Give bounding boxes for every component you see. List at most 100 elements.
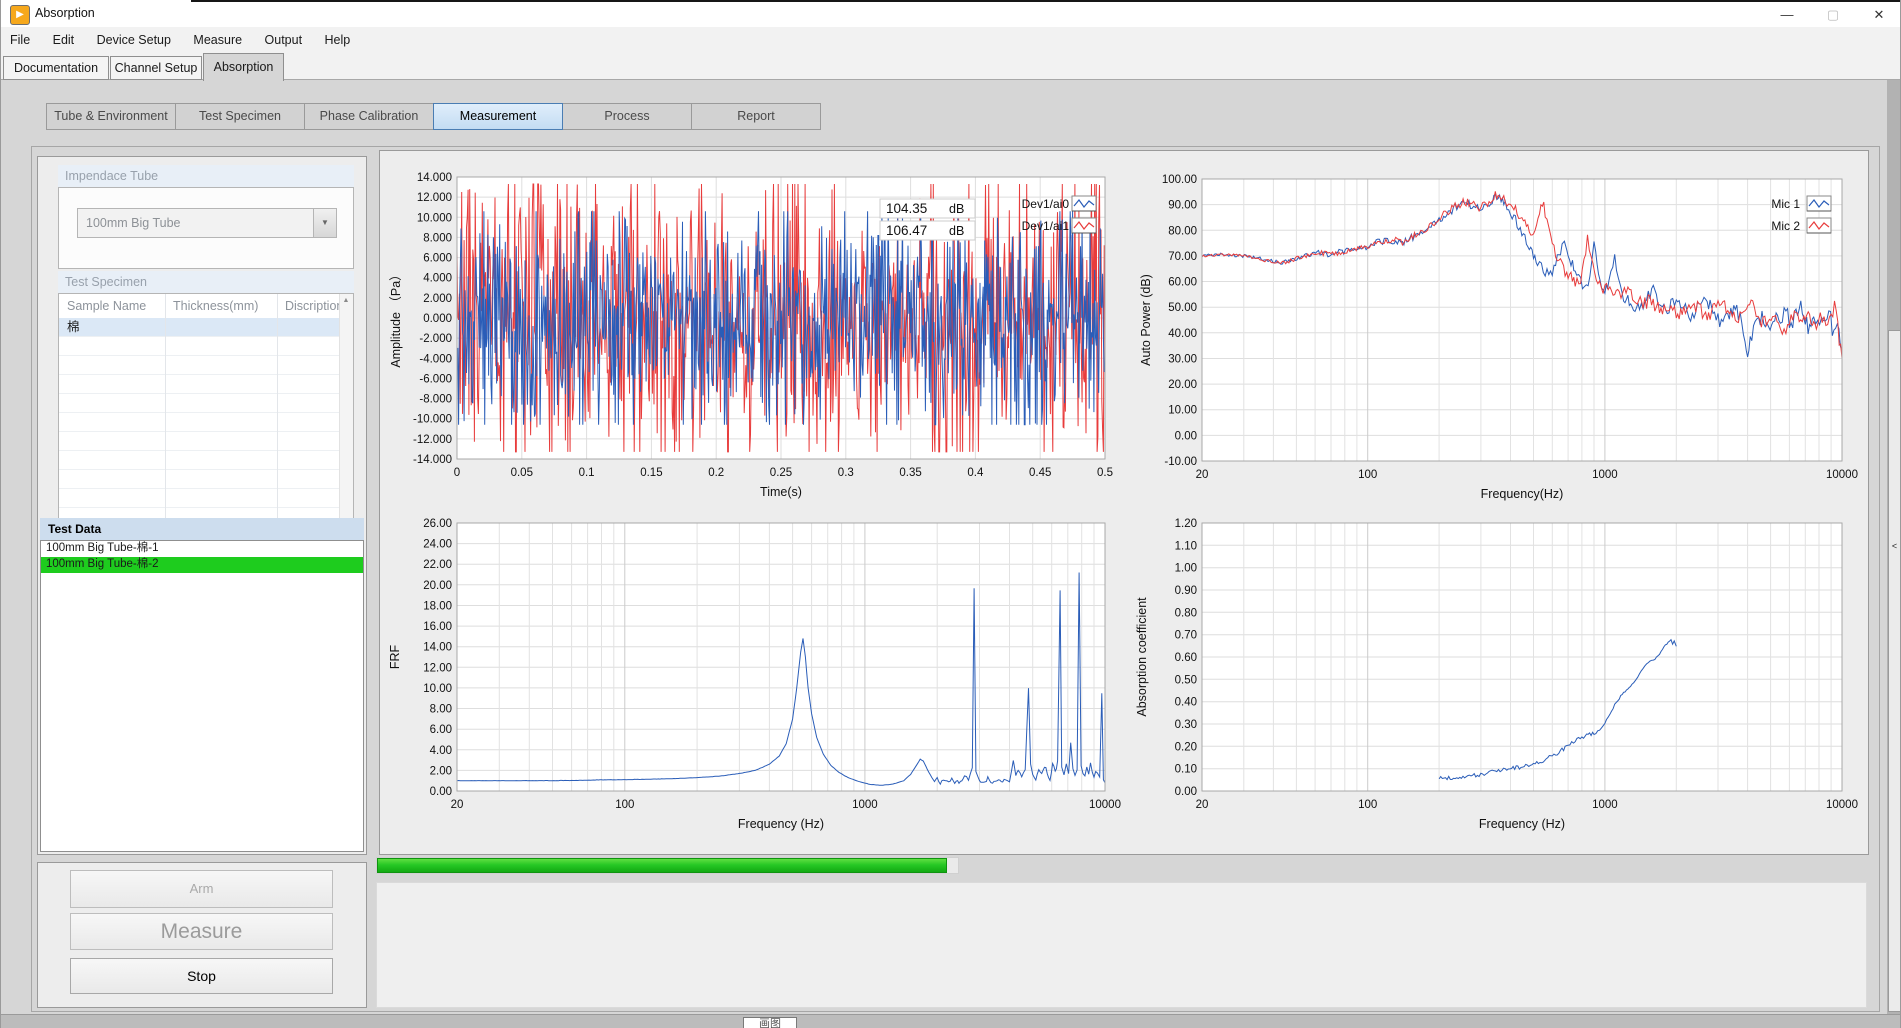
arm-button[interactable]: Arm [70, 870, 333, 908]
svg-text:Frequency(Hz): Frequency(Hz) [1481, 487, 1564, 501]
svg-text:-14.000: -14.000 [413, 454, 452, 466]
impedance-tube-group: 100mm Big Tube ▼ [58, 187, 354, 269]
svg-text:0.45: 0.45 [1029, 467, 1051, 479]
level-readout-value: 104.35 [886, 201, 927, 216]
svg-text:24.00: 24.00 [423, 539, 452, 551]
svg-text:6.000: 6.000 [423, 253, 452, 265]
svg-text:-12.000: -12.000 [413, 434, 452, 446]
table-scrollbar[interactable]: ▲ ▼ [339, 294, 353, 530]
window-title: Absorption [35, 6, 95, 20]
svg-text:0.00: 0.00 [1175, 430, 1197, 442]
svg-text:0: 0 [454, 467, 460, 479]
level-readout-unit: dB [949, 224, 964, 238]
table-row[interactable] [59, 470, 353, 489]
svg-text:18.00: 18.00 [423, 601, 452, 613]
menu-measure[interactable]: Measure [184, 27, 251, 53]
subtab-test-specimen[interactable]: Test Specimen [175, 103, 305, 130]
charts-canvas: 14.00012.00010.0008.0006.0004.0002.0000.… [380, 151, 1868, 854]
svg-text:20.00: 20.00 [423, 580, 452, 592]
taskbar-tooltip: 画图 [743, 1017, 797, 1028]
menu-help[interactable]: Help [316, 27, 360, 53]
subtab-tube-environment[interactable]: Tube & Environment [46, 103, 176, 130]
svg-text:10000: 10000 [1826, 799, 1858, 811]
svg-text:16.00: 16.00 [423, 621, 452, 633]
svg-text:0.000: 0.000 [423, 313, 452, 325]
svg-text:Amplitude （Pa）: Amplitude （Pa） [389, 268, 403, 367]
stop-button[interactable]: Stop [70, 958, 333, 994]
close-button[interactable]: ✕ [1856, 2, 1901, 27]
menu-output[interactable]: Output [256, 27, 312, 53]
left-sidebar: Impendace Tube 100mm Big Tube ▼ Test Spe… [37, 156, 367, 855]
table-row[interactable] [59, 432, 353, 451]
subtab-process[interactable]: Process [562, 103, 692, 130]
legend-label: Mic 2 [1771, 219, 1800, 233]
svg-text:30.00: 30.00 [1168, 354, 1197, 366]
svg-text:2.00: 2.00 [430, 765, 452, 777]
table-row[interactable] [59, 489, 353, 508]
collapse-left-icon[interactable]: < [1889, 541, 1900, 551]
test-specimen-table[interactable]: Sample Name Thickness(mm) Discription 棉 … [58, 293, 354, 531]
svg-text:8.00: 8.00 [430, 704, 452, 716]
auto-power-chart: 100.0090.0080.0070.0060.0050.0040.0030.0… [1139, 174, 1858, 501]
svg-text:1000: 1000 [1592, 799, 1618, 811]
subtab-phase-calibration[interactable]: Phase Calibration [304, 103, 434, 130]
tab-absorption[interactable]: Absorption [203, 53, 284, 81]
maximize-button[interactable]: ▢ [1810, 2, 1856, 27]
control-buttons-panel: Arm Measure Stop [37, 862, 367, 1008]
progress-fill [377, 858, 947, 873]
bottom-panel [376, 882, 1867, 1008]
measurement-progress-bar [376, 857, 959, 874]
table-row[interactable] [59, 337, 353, 356]
svg-text:0.50: 0.50 [1175, 674, 1197, 686]
svg-text:4.000: 4.000 [423, 273, 452, 285]
svg-text:1.10: 1.10 [1175, 540, 1197, 552]
test-data-header: Test Data [40, 518, 364, 540]
absorption-chart: 1.201.101.000.900.800.700.600.500.400.30… [1135, 518, 1858, 831]
taskbar-edge: 画图 [1, 1014, 1901, 1028]
main-tab-bar: Documentation Channel Setup Absorption [1, 53, 1901, 80]
table-row[interactable] [59, 413, 353, 432]
impedance-tube-dropdown[interactable]: 100mm Big Tube ▼ [77, 208, 337, 238]
minimize-button[interactable]: — [1764, 2, 1810, 27]
subtab-measurement[interactable]: Measurement [433, 103, 563, 130]
list-item-test-data-1[interactable]: 100mm Big Tube-棉-1 [41, 541, 363, 557]
svg-text:-8.000: -8.000 [419, 394, 452, 406]
svg-text:0.40: 0.40 [1175, 697, 1197, 709]
svg-text:Frequency (Hz): Frequency (Hz) [1479, 817, 1565, 831]
scrollbar-thumb[interactable]: < [1888, 330, 1901, 1012]
column-sample-name: Sample Name [59, 294, 165, 318]
menu-bar: File Edit Device Setup Measure Output He… [1, 27, 1901, 53]
svg-text:0.70: 0.70 [1175, 630, 1197, 642]
table-row[interactable] [59, 356, 353, 375]
test-data-list[interactable]: 100mm Big Tube-棉-1 100mm Big Tube-棉-2 [40, 540, 364, 852]
svg-text:22.00: 22.00 [423, 559, 452, 571]
svg-text:8.000: 8.000 [423, 232, 452, 244]
measure-button[interactable]: Measure [70, 913, 333, 950]
table-row[interactable] [59, 394, 353, 413]
tab-channel-setup[interactable]: Channel Setup [110, 56, 202, 80]
svg-text:0.4: 0.4 [967, 467, 984, 479]
vertical-scrollbar[interactable]: < [1887, 80, 1901, 1014]
svg-text:90.00: 90.00 [1168, 200, 1197, 212]
menu-edit[interactable]: Edit [44, 27, 84, 53]
test-specimen-table-body [59, 337, 353, 527]
chevron-down-icon[interactable]: ▼ [313, 209, 336, 237]
list-item-test-data-2[interactable]: 100mm Big Tube-棉-2 [41, 557, 363, 573]
table-row[interactable] [59, 451, 353, 470]
svg-text:-6.000: -6.000 [419, 373, 452, 385]
table-row[interactable] [59, 375, 353, 394]
scroll-up-icon[interactable]: ▲ [340, 297, 352, 304]
table-row[interactable]: 棉 [59, 318, 353, 337]
svg-text:4.00: 4.00 [430, 745, 452, 757]
svg-text:14.000: 14.000 [417, 172, 452, 184]
menu-file[interactable]: File [1, 27, 39, 53]
level-readout-unit: dB [949, 202, 964, 216]
tab-documentation[interactable]: Documentation [3, 56, 109, 80]
svg-text:10000: 10000 [1826, 469, 1858, 481]
column-discription: Discription [277, 294, 342, 318]
svg-text:FRF: FRF [388, 644, 402, 669]
subtab-report[interactable]: Report [691, 103, 821, 130]
svg-text:-10.000: -10.000 [413, 414, 452, 426]
menu-device-setup[interactable]: Device Setup [88, 27, 180, 53]
svg-text:12.00: 12.00 [423, 662, 452, 674]
